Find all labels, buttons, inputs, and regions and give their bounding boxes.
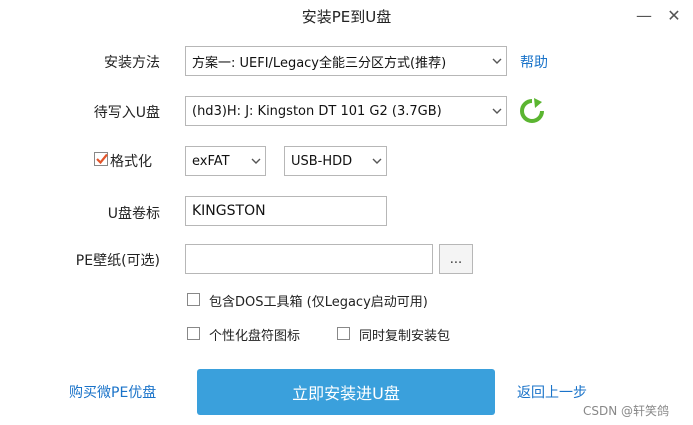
filesystem-select[interactable]: exFAT — [185, 146, 266, 176]
target-drive-select[interactable]: (hd3)H: J: Kingston DT 101 G2 (3.7GB) — [185, 96, 507, 126]
install-method-select[interactable]: 方案一: UEFI/Legacy全能三分区方式(推荐) — [185, 46, 507, 76]
copy-installer-label: 同时复制安装包 — [359, 329, 451, 344]
watermark: CSDN @轩笑鸽 — [583, 404, 670, 418]
browse-label: ... — [449, 251, 463, 267]
install-button[interactable]: 立即安装进U盘 — [197, 369, 495, 415]
check-icon — [96, 153, 108, 165]
wallpaper-label: PE壁纸(可选) — [75, 253, 160, 269]
browse-button[interactable]: ... — [439, 244, 473, 274]
close-icon: ✕ — [667, 5, 681, 25]
chevron-down-icon — [372, 158, 382, 164]
back-link[interactable]: 返回上一步 — [517, 382, 587, 402]
chevron-down-icon — [251, 158, 261, 164]
format-checkbox[interactable] — [94, 152, 108, 166]
buy-usb-link[interactable]: 购买微PE优盘 — [69, 382, 156, 402]
boot-mode-value: USB-HDD — [291, 153, 353, 169]
wallpaper-input[interactable] — [185, 244, 433, 274]
format-label: 格式化 — [110, 154, 152, 170]
chevron-down-icon — [492, 58, 502, 64]
filesystem-value: exFAT — [192, 153, 230, 169]
copy-installer-checkbox[interactable] — [337, 327, 350, 340]
target-drive-label: 待写入U盘 — [93, 105, 160, 121]
chevron-down-icon — [492, 108, 502, 114]
close-button[interactable]: ✕ — [663, 4, 685, 26]
target-drive-value: (hd3)H: J: Kingston DT 101 G2 (3.7GB) — [192, 103, 442, 119]
personalize-icon-checkbox[interactable] — [187, 327, 200, 340]
install-method-value: 方案一: UEFI/Legacy全能三分区方式(推荐) — [192, 55, 447, 71]
window-title: 安装PE到U盘 — [301, 8, 392, 26]
volume-label-input[interactable]: KINGSTON — [185, 196, 387, 226]
install-method-label: 安装方法 — [104, 55, 160, 71]
personalize-icon-label: 个性化盘符图标 — [209, 329, 301, 344]
include-dos-label: 包含DOS工具箱 (仅Legacy启动可用) — [209, 295, 428, 310]
boot-mode-select[interactable]: USB-HDD — [284, 146, 387, 176]
minimize-icon: — — [636, 5, 652, 25]
help-link[interactable]: 帮助 — [520, 52, 548, 72]
include-dos-checkbox[interactable] — [187, 293, 200, 306]
volume-label-label: U盘卷标 — [107, 206, 160, 222]
volume-label-value: KINGSTON — [192, 203, 266, 219]
minimize-button[interactable]: — — [633, 4, 655, 26]
refresh-icon[interactable] — [518, 97, 546, 125]
